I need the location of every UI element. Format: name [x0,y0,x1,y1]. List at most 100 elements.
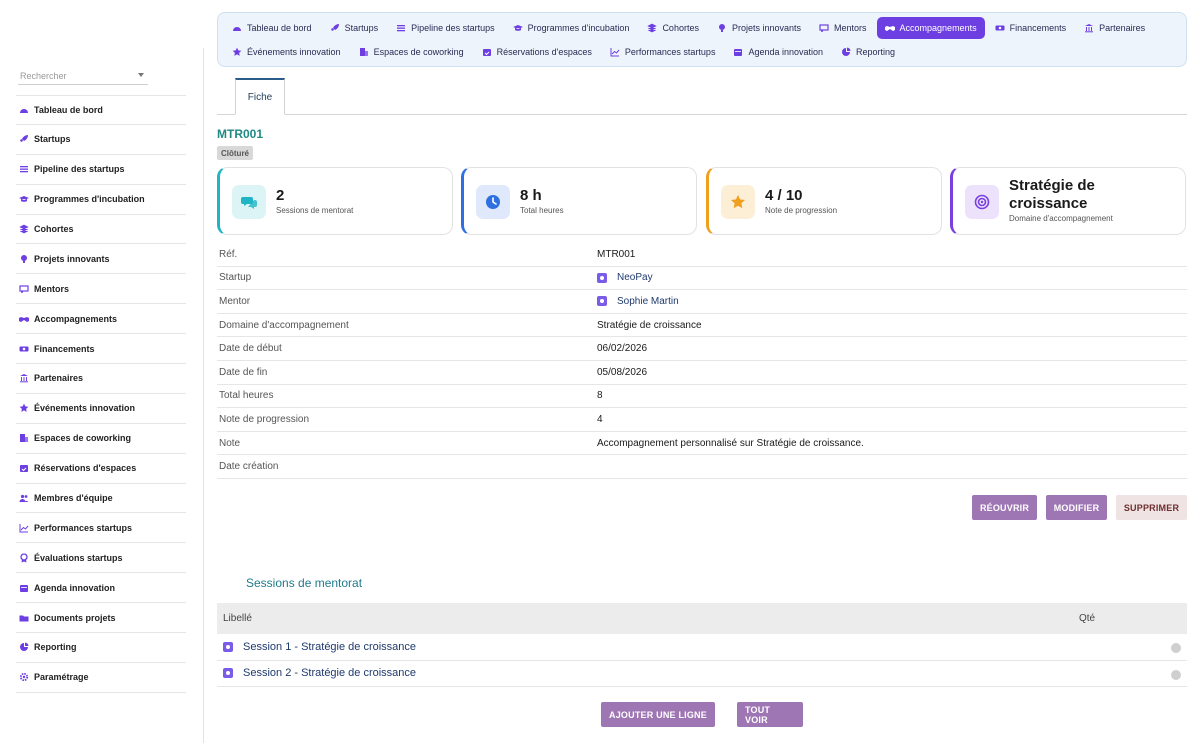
nav-item-programmes-d-incubation[interactable]: Programmes d'incubation [505,17,638,39]
nav-item-reservations-d-espaces[interactable]: Réservations d'espaces [474,41,600,63]
sidebar-item-evenements-innovation[interactable]: Événements innovation [16,394,186,424]
building-icon [19,433,29,443]
nav-item-financements[interactable]: Financements [987,17,1075,39]
detail-value: 8 [597,390,603,401]
delete-button[interactable]: SUPPRIMER [1116,495,1187,520]
sidebar-item-startups[interactable]: Startups [16,125,186,155]
detail-value: Accompagnement personnalisé sur Stratégi… [597,438,864,449]
sidebar-item-label: Pipeline des startups [34,164,125,175]
top-navigation: Tableau de bord Startups Pipeline des star… [217,12,1187,67]
sidebar-item-partenaires[interactable]: Partenaires [16,364,186,394]
sidebar-item-mentors[interactable]: Mentors [16,274,186,305]
nav-item-label: Réservations d'espaces [496,47,592,57]
nav-item-startups[interactable]: Startups [322,17,387,39]
sidebar-item-accompagnements[interactable]: Accompagnements [16,304,186,335]
detail-key: Mentor [219,295,251,307]
chart-line-icon [610,47,620,57]
detail-link[interactable]: Sophie Martin [617,296,679,307]
star-icon [232,47,242,57]
detail-value[interactable]: NeoPay [597,272,653,283]
sidebar-item-performances-startups[interactable]: Performances startups [16,513,186,544]
kpi-card-domain: Stratégie de croissance Domaine d'accomp… [950,167,1186,235]
detail-value: 4 [597,414,603,425]
sidebar-item-documents-projets[interactable]: Documents projets [16,603,186,634]
tab-fiche[interactable]: Fiche [235,78,285,115]
nav-item-partenaires[interactable]: Partenaires [1076,17,1153,39]
sidebar-item-evaluations-startups[interactable]: Évaluations startups [16,543,186,574]
table-row[interactable]: Session 2 - Stratégie de croissance [217,661,1187,687]
sidebar-item-agenda-innovation[interactable]: Agenda innovation [16,573,186,604]
sidebar-item-cohortes[interactable]: Cohortes [16,215,186,245]
detail-row: Mentor Sophie Martin [217,290,1187,314]
sidebar-item-reservations-d-espaces[interactable]: Réservations d'espaces [16,454,186,484]
see-all-button[interactable]: TOUT VOIR [737,702,803,727]
user-icon [597,296,607,307]
sidebar-item-parametrage[interactable]: Paramétrage [16,663,186,693]
detail-row: Note de progression 4 [217,408,1187,432]
user-icon [597,272,607,283]
sidebar-item-espaces-de-coworking[interactable]: Espaces de coworking [16,424,186,454]
detail-key: Date de début [219,343,282,355]
detail-row: Domaine d'accompagnement Stratégie de cro… [217,314,1187,338]
detail-row: Total heures 8 [217,385,1187,409]
nav-item-projets-innovants[interactable]: Projets innovants [709,17,809,39]
record-title: MTR001 [217,127,264,141]
star-icon [19,403,29,413]
edit-button[interactable]: MODIFIER [1046,495,1107,520]
nav-item-agenda-innovation[interactable]: Agenda innovation [725,41,831,63]
nav-item-espaces-de-coworking[interactable]: Espaces de coworking [351,41,472,63]
kpi-label: Note de progression [765,206,838,215]
bank-icon [1084,23,1094,33]
sidebar-item-label: Documents projets [34,612,116,623]
detail-value-text: 4 [597,413,603,425]
users-icon [19,493,29,503]
nav-item-label: Accompagnements [899,23,977,33]
calendar-check-icon [19,463,29,473]
detail-key: Domaine d'accompagnement [219,319,349,331]
detail-value[interactable]: Sophie Martin [597,296,679,307]
nav-item-label: Événements innovation [247,47,341,57]
chevron-down-icon [138,73,144,77]
nav-item-accompagnements[interactable]: Accompagnements [876,17,985,39]
nav-item-cohortes[interactable]: Cohortes [639,17,707,39]
session-label[interactable]: Session 1 - Stratégie de croissance [243,641,416,653]
nav-item-performances-startups[interactable]: Performances startups [602,41,724,63]
folder-icon [19,613,29,623]
sidebar-item-label: Partenaires [34,373,84,384]
rocket-icon [330,23,340,33]
layers-icon [19,224,29,234]
sidebar-item-programmes-d-incubation[interactable]: Programmes d'incubation [16,185,186,215]
add-line-button[interactable]: AJOUTER UNE LIGNE [601,702,715,727]
nav-item-label: Cohortes [662,23,699,33]
sidebar-item-projets-innovants[interactable]: Projets innovants [16,244,186,275]
detail-key: Startup [219,272,252,284]
session-label[interactable]: Session 2 - Stratégie de croissance [243,667,416,679]
dashboard-icon [19,105,29,115]
nav-item-pipeline-des-startups[interactable]: Pipeline des startups [388,17,503,39]
sidebar-item-label: Agenda innovation [34,582,115,593]
rocket-icon [19,134,29,144]
nav-item-label: Programmes d'incubation [527,23,630,33]
sidebar-item-membres-d-equipe[interactable]: Membres d'équipe [16,484,186,514]
reopen-button[interactable]: RÉOUVRIR [972,495,1037,520]
column-header-qty: Qté [1079,613,1096,624]
kpi-card-hours: 8 h Total heures [461,167,697,235]
dashboard-icon [232,23,242,33]
sidebar-item-pipeline-des-startups[interactable]: Pipeline des startups [16,155,186,185]
nav-item-evenements-innovation[interactable]: Événements innovation [224,41,349,63]
nav-item-mentors[interactable]: Mentors [811,17,875,39]
star-icon [721,185,755,219]
table-row[interactable]: Session 1 - Stratégie de croissance [217,634,1187,661]
nav-item-reporting[interactable]: Reporting [833,41,903,63]
detail-link[interactable]: NeoPay [617,272,653,283]
sidebar-item-label: Événements innovation [34,403,136,414]
sidebar-item-financements[interactable]: Financements [16,334,186,365]
search-select[interactable]: Rechercher [18,67,148,85]
nav-item-tableau-de-bord[interactable]: Tableau de bord [224,17,320,39]
detail-value-text: Accompagnement personnalisé sur Stratégi… [597,437,864,449]
sidebar-item-tableau-de-bord[interactable]: Tableau de bord [16,95,186,125]
detail-key: Date de fin [219,366,268,378]
sidebar-item-label: Accompagnements [34,313,118,324]
sidebar-item-reporting[interactable]: Reporting [16,633,186,663]
sidebar-item-label: Tableau de bord [34,104,103,115]
